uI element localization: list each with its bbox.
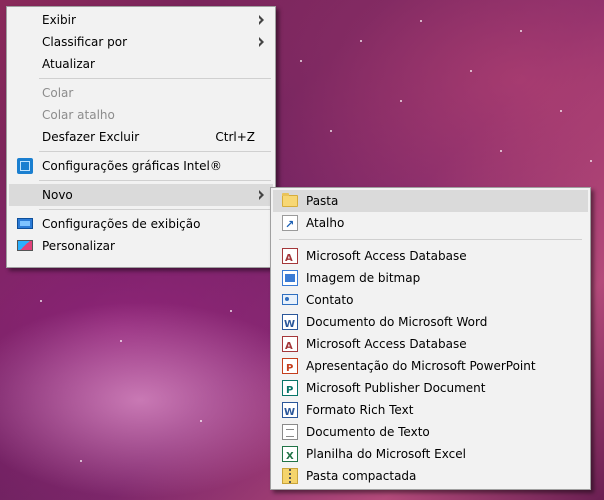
menu-item-label: Pasta compactada: [306, 469, 417, 483]
personalize-icon: [17, 240, 33, 251]
chevron-right-icon: [257, 190, 264, 200]
menu-item-label: Imagem de bitmap: [306, 271, 421, 285]
contact-icon: [282, 294, 298, 305]
rich-text-icon: [282, 402, 298, 424]
menu-item-desfazer-excluir[interactable]: Desfazer Excluir Ctrl+Z: [9, 126, 273, 148]
menu-item-label: Microsoft Access Database: [306, 249, 467, 263]
shortcut-label: Ctrl+Z: [215, 130, 255, 144]
powerpoint-icon: [282, 358, 298, 380]
menu-item-label: Microsoft Access Database: [306, 337, 467, 351]
menu-item-label: Contato: [306, 293, 354, 307]
shortcut-icon: [282, 214, 298, 236]
menu-item-novo[interactable]: Novo: [9, 184, 273, 206]
menu-item-label: Atalho: [306, 216, 345, 230]
submenu-item-access-database-2[interactable]: Microsoft Access Database: [273, 333, 588, 358]
menu-item-label: Novo: [42, 188, 73, 202]
submenu-item-powerpoint[interactable]: Apresentação do Microsoft PowerPoint: [273, 355, 588, 380]
menu-item-label: Pasta: [306, 194, 339, 208]
menu-item-colar: Colar: [9, 82, 273, 104]
menu-item-label: Exibir: [42, 13, 76, 27]
menu-item-label: Configurações gráficas Intel®: [42, 159, 222, 173]
text-document-icon: [282, 424, 298, 440]
menu-item-exibir[interactable]: Exibir: [9, 9, 273, 31]
menu-item-label: Desfazer Excluir: [42, 130, 140, 144]
access-icon: [282, 248, 298, 270]
menu-separator: [39, 180, 271, 181]
menu-item-label: Formato Rich Text: [306, 403, 414, 417]
new-submenu: Pasta Atalho Microsoft Access Database I…: [270, 187, 591, 490]
menu-item-label: Colar: [42, 86, 74, 100]
menu-item-label: Apresentação do Microsoft PowerPoint: [306, 359, 536, 373]
submenu-item-zip-folder[interactable]: Pasta compactada: [273, 465, 588, 487]
excel-icon: [282, 446, 298, 468]
intel-graphics-icon: [17, 158, 33, 174]
bitmap-icon: [282, 270, 298, 286]
desktop-context-menu: Exibir Classificar por Atualizar Colar C…: [6, 6, 276, 268]
submenu-item-word-document[interactable]: Documento do Microsoft Word: [273, 311, 588, 336]
access-icon: [282, 336, 298, 358]
menu-item-atualizar[interactable]: Atualizar: [9, 53, 273, 75]
submenu-item-contato[interactable]: Contato: [273, 289, 588, 311]
menu-item-label: Colar atalho: [42, 108, 115, 122]
zip-folder-icon: [282, 468, 298, 484]
submenu-item-atalho[interactable]: Atalho: [273, 212, 588, 236]
menu-separator: [39, 78, 271, 79]
menu-item-label: Configurações de exibição: [42, 217, 201, 231]
menu-separator: [279, 239, 582, 240]
submenu-item-rich-text[interactable]: Formato Rich Text: [273, 399, 588, 424]
submenu-item-pasta[interactable]: Pasta: [273, 190, 588, 212]
chevron-right-icon: [257, 37, 264, 47]
menu-item-label: Documento do Microsoft Word: [306, 315, 488, 329]
publisher-icon: [282, 380, 298, 402]
menu-separator: [39, 151, 271, 152]
folder-icon: [282, 193, 298, 207]
menu-item-classificar-por[interactable]: Classificar por: [9, 31, 273, 53]
menu-item-colar-atalho: Colar atalho: [9, 104, 273, 126]
submenu-item-publisher[interactable]: Microsoft Publisher Document: [273, 377, 588, 402]
menu-item-label: Atualizar: [42, 57, 95, 71]
menu-item-label: Documento de Texto: [306, 425, 430, 439]
submenu-item-text-document[interactable]: Documento de Texto: [273, 421, 588, 443]
menu-item-label: Microsoft Publisher Document: [306, 381, 486, 395]
submenu-item-bitmap[interactable]: Imagem de bitmap: [273, 267, 588, 289]
submenu-item-access-database[interactable]: Microsoft Access Database: [273, 245, 588, 270]
chevron-right-icon: [257, 15, 264, 25]
menu-item-label: Planilha do Microsoft Excel: [306, 447, 466, 461]
menu-item-label: Classificar por: [42, 35, 128, 49]
menu-item-label: Personalizar: [42, 239, 115, 253]
menu-item-display-settings[interactable]: Configurações de exibição: [9, 213, 273, 235]
menu-separator: [39, 209, 271, 210]
menu-item-personalizar[interactable]: Personalizar: [9, 235, 273, 257]
submenu-item-excel[interactable]: Planilha do Microsoft Excel: [273, 443, 588, 468]
menu-item-intel-graphics[interactable]: Configurações gráficas Intel®: [9, 155, 273, 177]
word-icon: [282, 314, 298, 336]
display-settings-icon: [17, 218, 33, 229]
